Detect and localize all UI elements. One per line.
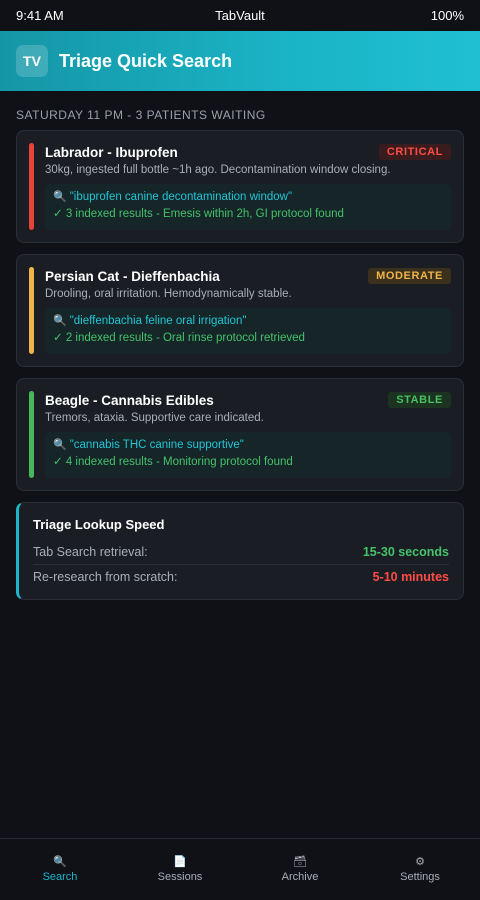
app-logo: TV [16, 45, 48, 77]
speed-label: Tab Search retrieval: [33, 545, 148, 559]
status-battery: 100% [430, 8, 464, 23]
search-icon: 🔍 [53, 191, 67, 203]
patient-title: Beagle - Cannabis Edibles [45, 392, 214, 408]
speed-value: 15-30 seconds [362, 545, 449, 559]
search-icon: 🔍 [53, 855, 67, 868]
search-icon: 🔍 [53, 315, 67, 327]
nav-sessions[interactable]: 📄 Sessions [120, 839, 240, 900]
severity-stripe [29, 143, 34, 230]
severity-badge: STABLE [388, 392, 451, 408]
patient-title: Labrador - Ibuprofen [45, 144, 178, 160]
search-query-box[interactable]: 🔍 "dieffenbachia feline oral irrigation"… [45, 308, 451, 354]
result-summary: ✓ 3 indexed results - Emesis within 2h, … [53, 208, 344, 220]
patient-description: 30kg, ingested full bottle ~1h ago. Deco… [45, 164, 391, 176]
patient-card-header: Beagle - Cannabis Edibles STABLE [45, 390, 451, 410]
nav-search[interactable]: 🔍 Search [0, 839, 120, 900]
search-query: 🔍 "ibuprofen canine decontamination wind… [53, 190, 443, 204]
severity-stripe [29, 267, 34, 354]
nav-label: Search [42, 870, 78, 883]
patient-title: Persian Cat - Dieffenbachia [45, 268, 220, 284]
bottom-nav: 🔍 Search 📄 Sessions 🗃 Archive ⚙ Settings [0, 838, 480, 900]
search-query-box[interactable]: 🔍 "ibuprofen canine decontamination wind… [45, 184, 451, 230]
result-summary: ✓ 2 indexed results - Oral rinse protoco… [53, 332, 305, 344]
severity-badge: CRITICAL [378, 144, 451, 160]
patient-list: Labrador - Ibuprofen CRITICAL 30kg, inge… [0, 130, 480, 491]
search-query-box[interactable]: 🔍 "cannabis THC canine supportive" ✓ 4 i… [45, 432, 451, 478]
patient-card-header: Labrador - Ibuprofen CRITICAL [45, 142, 451, 162]
patient-description: Drooling, oral irritation. Hemodynamical… [45, 288, 292, 300]
nav-label: Archive [281, 870, 319, 883]
page-title: Triage Quick Search [59, 50, 233, 71]
gear-icon: ⚙ [415, 855, 425, 868]
nav-label: Settings [400, 870, 440, 883]
nav-label: Sessions [157, 870, 203, 883]
status-bar: 9:41 AM TabVault 100% [0, 0, 480, 31]
patient-card[interactable]: Beagle - Cannabis Edibles STABLE Tremors… [16, 378, 464, 491]
speed-value: 5-10 minutes [372, 570, 449, 584]
severity-stripe [29, 391, 34, 478]
query-text: "ibuprofen canine decontamination window… [69, 190, 293, 203]
severity-badge: MODERATE [368, 268, 451, 284]
speed-title: Triage Lookup Speed [33, 517, 165, 532]
query-text: "cannabis THC canine supportive" [69, 438, 244, 451]
nav-settings[interactable]: ⚙ Settings [360, 839, 480, 900]
result-summary: ✓ 4 indexed results - Monitoring protoco… [53, 456, 293, 468]
document-icon: 📄 [173, 855, 187, 868]
app-header: TV Triage Quick Search [0, 31, 480, 91]
search-query: 🔍 "cannabis THC canine supportive" [53, 438, 443, 452]
status-app-name: TabVault [215, 8, 265, 23]
speed-row: Tab Search retrieval: 15-30 seconds [33, 542, 449, 562]
speed-row: Re-research from scratch: 5-10 minutes [33, 564, 449, 587]
search-query: 🔍 "dieffenbachia feline oral irrigation" [53, 314, 443, 328]
query-text: "dieffenbachia feline oral irrigation" [69, 314, 247, 327]
app-screen: 9:41 AM TabVault 100% TV Triage Quick Se… [0, 0, 480, 900]
archive-icon: 🗃 [293, 855, 307, 868]
patient-card[interactable]: Labrador - Ibuprofen CRITICAL 30kg, inge… [16, 130, 464, 243]
speed-label: Re-research from scratch: [33, 570, 178, 584]
patient-card[interactable]: Persian Cat - Dieffenbachia MODERATE Dro… [16, 254, 464, 367]
nav-archive[interactable]: 🗃 Archive [240, 839, 360, 900]
search-icon: 🔍 [53, 439, 67, 451]
patient-card-header: Persian Cat - Dieffenbachia MODERATE [45, 266, 451, 286]
queue-summary: SATURDAY 11 PM - 3 PATIENTS WAITING [16, 108, 266, 122]
patient-description: Tremors, ataxia. Supportive care indicat… [45, 412, 264, 424]
status-time: 9:41 AM [16, 8, 64, 23]
lookup-speed-card: Triage Lookup Speed Tab Search retrieval… [16, 502, 464, 600]
